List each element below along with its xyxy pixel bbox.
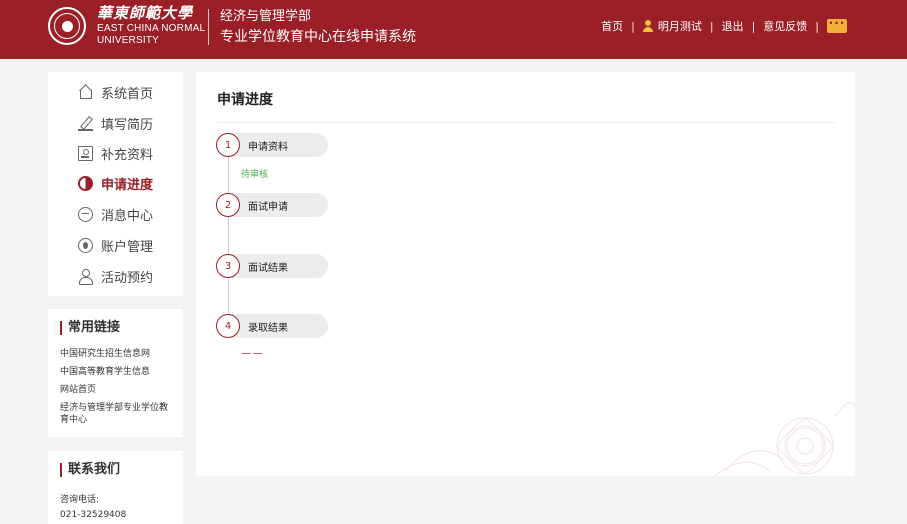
contact-box: 联系我们 咨询电话: 021-32529408 [48,451,183,524]
sidebar-item-home[interactable]: 系统首页 [78,81,153,103]
phone-number: 021-32529408 [60,510,127,520]
sidebar-item-label: 活动预约 [101,270,154,286]
header-divider [208,9,209,45]
step-label: 录取结果 [248,322,288,334]
nav-separator: | [709,19,714,33]
user-icon [642,20,653,32]
account-icon [78,237,93,253]
link-item[interactable]: 网站首页 [60,384,171,396]
sidebar-item-supplement[interactable]: 补充资料 [78,142,153,164]
nav-separator: | [815,19,819,33]
step-label: 面试结果 [248,262,288,274]
nav-home-link[interactable]: 首页 [601,18,623,34]
progress-step-4: 4 录取结果 [216,314,328,338]
contact-title: 联系我们 [60,463,171,477]
phone-label: 咨询电话: [60,495,100,505]
timeline-line [228,157,229,327]
sidebar-item-label: 消息中心 [101,208,154,224]
sidebar-item-label: 补充资料 [101,147,154,163]
progress-step-2: 2 面试申请 [216,193,328,217]
logo-english-line1: EAST CHINA NORMAL [97,23,206,34]
step-number: 1 [216,133,240,157]
step-number: 4 [216,314,240,338]
nav-user-link[interactable]: 明月测试 [658,18,702,34]
logo-english-line2: UNIVERSITY [97,35,160,46]
sidebar-item-label: 账户管理 [101,239,154,255]
message-icon [78,206,93,222]
user-icon [78,268,93,285]
link-item[interactable]: 中国高等教育学生信息 [60,366,171,378]
home-icon [78,85,93,100]
step-number: 2 [216,193,240,217]
header-bar: 華東師範大學 EAST CHINA NORMAL UNIVERSITY 经济与管… [0,0,907,59]
chat-icon[interactable] [827,16,847,33]
sidebar-item-resume[interactable]: 填写简历 [78,112,153,134]
sidebar-menu: 系统首页 填写简历 补充资料 申请进度 消息中心 账户管理 活动预约 [48,72,183,296]
link-item[interactable]: 经济与管理学部专业学位教育中心 [60,402,171,426]
nav-feedback-link[interactable]: 意见反馈 [763,18,807,34]
nav-separator: | [631,19,635,33]
progress-step-1: 1 申请资料 [216,133,328,157]
step-number: 3 [216,254,240,278]
decorative-flower-watermark [714,402,855,476]
sidebar-item-label: 系统首页 [101,86,154,102]
sidebar-item-account[interactable]: 账户管理 [78,234,153,256]
sidebar-item-activity[interactable]: 活动预约 [78,265,153,287]
top-nav: 首页 | 明月测试 | 退出 | 意见反馈 | [601,16,847,34]
department-name: 经济与管理学部 [220,9,312,24]
step-status-badge: —— [241,348,265,359]
system-name: 专业学位教育中心在线申请系统 [220,29,416,45]
university-seal-logo[interactable] [48,7,86,45]
step-status-badge: 待审核 [241,170,269,180]
sidebar-item-messages[interactable]: 消息中心 [78,203,153,225]
page-title: 申请进度 [217,92,273,108]
link-item[interactable]: 中国研究生招生信息网 [60,348,171,360]
common-links-title: 常用链接 [60,321,171,335]
logo-chinese-name: 華東師範大學 [97,4,194,22]
system-title: 经济与管理学部 专业学位教育中心在线申请系统 [220,7,416,47]
nav-separator: | [751,19,756,33]
sidebar-item-progress[interactable]: 申请进度 [78,172,153,194]
university-logo-text[interactable]: 華東師範大學 EAST CHINA NORMAL UNIVERSITY [97,6,205,46]
sidebar-item-label: 填写简历 [101,117,154,133]
sidebar-item-label: 申请进度 [101,177,154,193]
pen-icon [78,116,93,131]
step-label: 申请资料 [248,141,288,153]
progress-step-3: 3 面试结果 [216,254,328,278]
title-divider [217,122,835,123]
common-links-box: 常用链接 中国研究生招生信息网 中国高等教育学生信息 网站首页 经济与管理学部专… [48,309,183,437]
main-panel: 申请进度 1 申请资料 待审核 2 面试申请 3 面试结果 4 录取结果 —— [196,72,855,476]
nav-logout-link[interactable]: 退出 [722,18,744,34]
document-icon [78,145,93,161]
step-label: 面试申请 [248,201,288,213]
progress-pie-icon [78,175,93,191]
